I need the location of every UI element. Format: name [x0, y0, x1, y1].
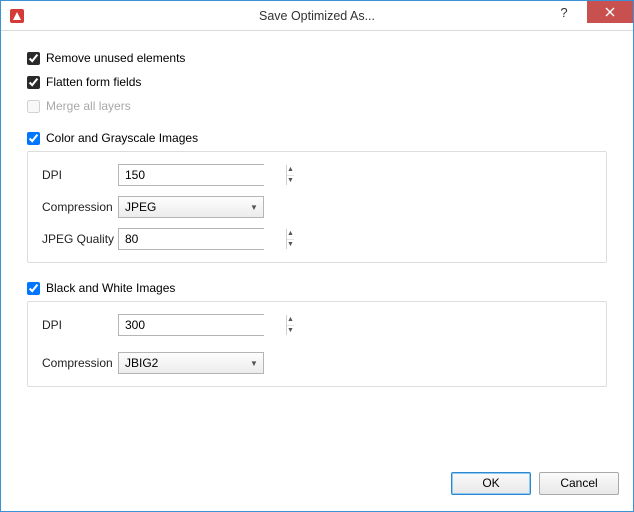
bw-dpi-row: DPI ▲ ▼ — [42, 314, 592, 336]
bw-images-group: DPI ▲ ▼ Compression JBIG2 ▼ — [27, 301, 607, 387]
remove-unused-checkbox[interactable]: Remove unused elements — [27, 51, 607, 65]
spinner-down-icon[interactable]: ▼ — [287, 176, 294, 186]
dialog-footer: OK Cancel — [1, 465, 633, 511]
titlebar: Save Optimized As... ? — [1, 1, 633, 31]
app-icon — [9, 8, 25, 24]
help-icon: ? — [560, 5, 567, 20]
color-compression-row: Compression JPEG ▼ — [42, 196, 592, 218]
bw-compression-value: JBIG2 — [119, 356, 245, 370]
close-button[interactable] — [587, 1, 633, 23]
flatten-fields-label: Flatten form fields — [46, 75, 141, 89]
bw-compression-label: Compression — [42, 356, 118, 370]
chevron-down-icon: ▼ — [245, 203, 263, 212]
remove-unused-label: Remove unused elements — [46, 51, 185, 65]
flatten-fields-input[interactable] — [27, 76, 40, 89]
merge-layers-label: Merge all layers — [46, 99, 131, 113]
jpeg-quality-spinner[interactable]: ▲ ▼ — [118, 228, 264, 250]
jpeg-quality-arrows: ▲ ▼ — [286, 229, 294, 249]
color-images-enable-checkbox[interactable] — [27, 132, 40, 145]
window-title: Save Optimized As... — [1, 9, 633, 23]
chevron-down-icon: ▼ — [245, 359, 263, 368]
jpeg-quality-input[interactable] — [119, 229, 286, 249]
color-dpi-label: DPI — [42, 168, 118, 182]
merge-layers-input — [27, 100, 40, 113]
spinner-down-icon[interactable]: ▼ — [287, 326, 294, 336]
bw-dpi-label: DPI — [42, 318, 118, 332]
jpeg-quality-label: JPEG Quality — [42, 232, 118, 246]
spinner-up-icon[interactable]: ▲ — [287, 315, 294, 326]
color-images-title: Color and Grayscale Images — [46, 131, 198, 145]
bw-dpi-input[interactable] — [119, 315, 286, 335]
spinner-up-icon[interactable]: ▲ — [287, 229, 294, 240]
spinner-up-icon[interactable]: ▲ — [287, 165, 294, 176]
bw-compression-select[interactable]: JBIG2 ▼ — [118, 352, 264, 374]
bw-images-header[interactable]: Black and White Images — [27, 281, 607, 295]
remove-unused-input[interactable] — [27, 52, 40, 65]
dialog-window: Save Optimized As... ? Remove unused ele… — [0, 0, 634, 512]
bw-compression-row: Compression JBIG2 ▼ — [42, 352, 592, 374]
color-dpi-spinner[interactable]: ▲ ▼ — [118, 164, 264, 186]
bw-images-title: Black and White Images — [46, 281, 175, 295]
bw-images-enable-checkbox[interactable] — [27, 282, 40, 295]
color-compression-select[interactable]: JPEG ▼ — [118, 196, 264, 218]
color-compression-value: JPEG — [119, 200, 245, 214]
bw-dpi-arrows: ▲ ▼ — [286, 315, 294, 335]
window-controls: ? — [541, 1, 633, 30]
help-button[interactable]: ? — [541, 1, 587, 23]
close-icon — [605, 5, 615, 20]
color-images-group: DPI ▲ ▼ Compression JPEG ▼ JPEG Quality — [27, 151, 607, 263]
cancel-button[interactable]: Cancel — [539, 472, 619, 495]
bw-dpi-spinner[interactable]: ▲ ▼ — [118, 314, 264, 336]
color-compression-label: Compression — [42, 200, 118, 214]
color-dpi-input[interactable] — [119, 165, 286, 185]
jpeg-quality-row: JPEG Quality ▲ ▼ — [42, 228, 592, 250]
color-images-header[interactable]: Color and Grayscale Images — [27, 131, 607, 145]
ok-button[interactable]: OK — [451, 472, 531, 495]
spinner-down-icon[interactable]: ▼ — [287, 240, 294, 250]
flatten-fields-checkbox[interactable]: Flatten form fields — [27, 75, 607, 89]
color-dpi-row: DPI ▲ ▼ — [42, 164, 592, 186]
color-dpi-arrows: ▲ ▼ — [286, 165, 294, 185]
merge-layers-checkbox: Merge all layers — [27, 99, 607, 113]
content-area: Remove unused elements Flatten form fiel… — [1, 31, 633, 465]
